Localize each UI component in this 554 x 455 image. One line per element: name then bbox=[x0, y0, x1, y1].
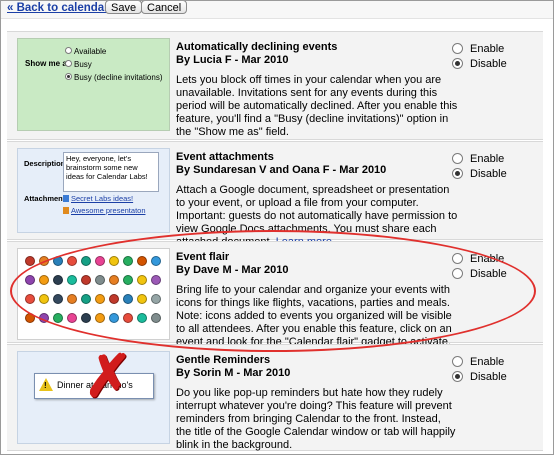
flair-icon bbox=[109, 313, 119, 323]
flair-icon bbox=[137, 256, 147, 266]
feature-preview: Show me as Available Busy Busy (decline … bbox=[17, 38, 170, 131]
flair-icon bbox=[39, 294, 49, 304]
flair-icon bbox=[95, 256, 105, 266]
flair-icon bbox=[39, 256, 49, 266]
attachment-link: Secret Labs ideas! bbox=[63, 194, 133, 203]
flair-icon bbox=[95, 294, 105, 304]
radio-icon bbox=[452, 268, 463, 279]
warning-mark: ! bbox=[44, 381, 47, 390]
feature-row-event-attachments: Description Hey, everyone, let's brainst… bbox=[7, 141, 543, 248]
preview-option: Busy bbox=[65, 60, 92, 69]
description-label: Description bbox=[24, 159, 66, 168]
feature-title: Automatically declining events bbox=[176, 41, 338, 53]
feature-byline: By Dave M - Mar 2010 bbox=[176, 264, 289, 276]
feature-preview: ! Dinner at Pancho's ✗ bbox=[17, 344, 170, 444]
enable-radio[interactable]: Enable bbox=[452, 153, 504, 166]
feature-byline: By Sorin M - Mar 2010 bbox=[176, 367, 291, 379]
flair-icon bbox=[67, 256, 77, 266]
radio-icon bbox=[65, 60, 72, 67]
cancel-button[interactable]: Cancel bbox=[141, 1, 188, 14]
feature-description: Lets you block off times in your calenda… bbox=[176, 74, 458, 138]
flair-icon bbox=[39, 313, 49, 323]
disable-radio[interactable]: Disable bbox=[452, 58, 507, 71]
flair-icon bbox=[137, 294, 147, 304]
save-button[interactable]: Save bbox=[105, 1, 143, 14]
flair-icon bbox=[137, 313, 147, 323]
disable-radio[interactable]: Disable bbox=[452, 168, 507, 181]
flair-icon bbox=[151, 294, 161, 304]
document-icon bbox=[63, 195, 69, 202]
flair-icon bbox=[81, 313, 91, 323]
feature-row-gentle-reminders: ! Dinner at Pancho's ✗ Gentle Reminders … bbox=[7, 344, 543, 451]
flair-icon bbox=[39, 275, 49, 285]
feature-preview: Description Hey, everyone, let's brainst… bbox=[17, 148, 170, 233]
description-box: Hey, everyone, let's brainstorm some new… bbox=[63, 152, 159, 192]
feature-title: Gentle Reminders bbox=[176, 354, 271, 366]
feature-description: Do you like pop-up reminders but hate ho… bbox=[176, 387, 456, 451]
radio-icon bbox=[452, 253, 463, 264]
red-x-icon: ✗ bbox=[84, 344, 133, 409]
flair-icon bbox=[95, 313, 105, 323]
flair-icon bbox=[53, 294, 63, 304]
radio-checked-icon bbox=[452, 168, 463, 179]
back-to-calendar-link[interactable]: « Back to calendar bbox=[7, 2, 109, 14]
flair-icon bbox=[25, 275, 35, 285]
enable-radio[interactable]: Enable bbox=[452, 253, 504, 266]
radio-icon bbox=[65, 47, 72, 54]
feature-description: Attach a Google document, spreadsheet or… bbox=[176, 184, 459, 249]
toolbar: « Back to calendar Save Cancel bbox=[1, 1, 553, 19]
flair-icon bbox=[123, 256, 133, 266]
labs-settings-page: « Back to calendar Save Cancel Show me a… bbox=[0, 0, 554, 455]
flair-icon bbox=[25, 294, 35, 304]
disable-radio[interactable]: Disable bbox=[452, 268, 507, 281]
radio-checked-icon bbox=[65, 73, 72, 80]
radio-icon bbox=[452, 153, 463, 164]
flair-icon bbox=[25, 313, 35, 323]
preview-option: Busy (decline invitations) bbox=[65, 73, 162, 82]
flair-icon bbox=[151, 256, 161, 266]
feature-row-event-flair: Event flair By Dave M - Mar 2010 Bring l… bbox=[7, 241, 543, 348]
flair-icon bbox=[25, 256, 35, 266]
flair-icon bbox=[151, 313, 161, 323]
flair-icon bbox=[123, 275, 133, 285]
flair-icon bbox=[81, 256, 91, 266]
feature-row-auto-decline: Show me as Available Busy Busy (decline … bbox=[7, 31, 543, 140]
enable-radio[interactable]: Enable bbox=[452, 356, 504, 369]
flair-icon bbox=[137, 275, 147, 285]
feature-byline: By Lucia F - Mar 2010 bbox=[176, 54, 289, 66]
feature-description: Bring life to your calendar and organize… bbox=[176, 284, 452, 348]
flair-icon bbox=[53, 256, 63, 266]
feature-byline: By Sundaresan V and Oana F - Mar 2010 bbox=[176, 164, 387, 176]
flair-icon-grid bbox=[17, 248, 170, 340]
flair-icon bbox=[95, 275, 105, 285]
flair-icon bbox=[109, 294, 119, 304]
radio-checked-icon bbox=[452, 58, 463, 69]
feature-title: Event attachments bbox=[176, 151, 274, 163]
flair-icon bbox=[67, 294, 77, 304]
flair-icon bbox=[67, 313, 77, 323]
attachment-link: Awesome presentaton bbox=[63, 206, 146, 215]
flair-icon bbox=[151, 275, 161, 285]
flair-icon bbox=[109, 275, 119, 285]
flair-icon bbox=[53, 313, 63, 323]
feature-title: Event flair bbox=[176, 251, 230, 263]
flair-icon bbox=[123, 313, 133, 323]
flair-icon bbox=[109, 256, 119, 266]
flair-icon bbox=[123, 294, 133, 304]
flair-icon bbox=[81, 275, 91, 285]
flair-icon bbox=[67, 275, 77, 285]
flair-icon bbox=[53, 275, 63, 285]
disable-radio[interactable]: Disable bbox=[452, 371, 507, 384]
enable-radio[interactable]: Enable bbox=[452, 43, 504, 56]
flair-icon bbox=[81, 294, 91, 304]
attachment-label: Attachment bbox=[24, 194, 66, 203]
radio-checked-icon bbox=[452, 371, 463, 382]
preview-option: Available bbox=[65, 47, 106, 56]
presentation-icon bbox=[63, 207, 69, 214]
radio-icon bbox=[452, 43, 463, 54]
radio-icon bbox=[452, 356, 463, 367]
